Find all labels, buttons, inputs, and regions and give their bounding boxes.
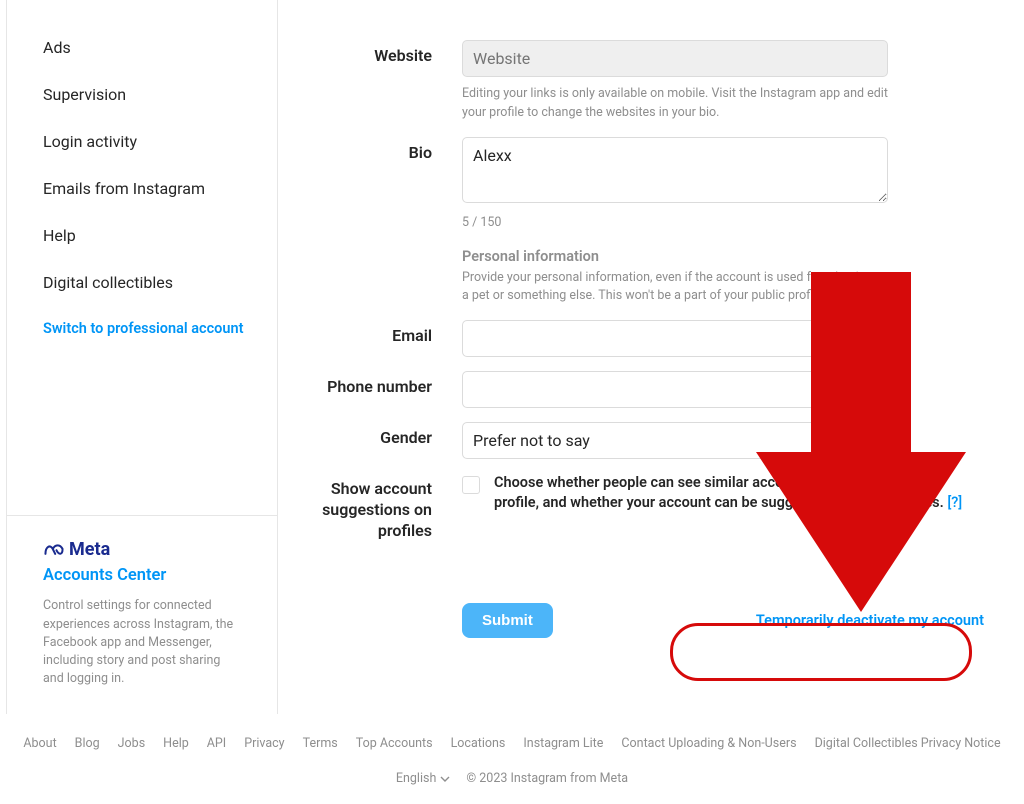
footer-link-api[interactable]: API [207, 736, 226, 751]
footer-link-jobs[interactable]: Jobs [118, 736, 146, 751]
gender-label: Gender [278, 422, 462, 447]
edit-profile-form: Website Editing your links is only avail… [278, 0, 1024, 714]
footer-link-blog[interactable]: Blog [75, 736, 100, 751]
language-selector[interactable]: English [396, 771, 450, 786]
footer-link-terms[interactable]: Terms [303, 736, 338, 751]
phone-input[interactable] [462, 371, 888, 408]
suggestions-label: Show account suggestions on profiles [278, 473, 462, 541]
personal-info-desc: Provide your personal information, even … [462, 269, 888, 307]
website-helper: Editing your links is only available on … [462, 85, 888, 123]
email-label: Email [278, 320, 462, 345]
footer-link-top-accounts[interactable]: Top Accounts [356, 736, 433, 751]
footer-link-privacy[interactable]: Privacy [244, 736, 284, 751]
suggestions-desc: Choose whether people can see similar ac… [494, 473, 968, 514]
accounts-center-card: Meta Accounts Center Control settings fo… [7, 515, 277, 714]
footer-link-collectibles-privacy[interactable]: Digital Collectibles Privacy Notice [815, 736, 1001, 751]
bio-char-count: 5 / 150 [462, 215, 888, 230]
settings-sidebar: Ads Supervision Login activity Emails fr… [6, 0, 278, 714]
gender-select[interactable] [462, 422, 888, 459]
switch-professional-link[interactable]: Switch to professional account [7, 306, 277, 351]
phone-label: Phone number [278, 371, 462, 396]
footer-link-about[interactable]: About [23, 736, 56, 751]
website-label: Website [278, 40, 462, 65]
suggestions-checkbox[interactable] [462, 476, 480, 494]
meta-icon [43, 538, 65, 560]
website-input [462, 40, 888, 77]
sidebar-item-login-activity[interactable]: Login activity [7, 118, 277, 165]
personal-info-heading: Personal information [462, 248, 888, 265]
footer-link-lite[interactable]: Instagram Lite [523, 736, 603, 751]
meta-brand-text: Meta [69, 539, 110, 560]
accounts-center-link[interactable]: Accounts Center [43, 566, 241, 585]
sidebar-item-help[interactable]: Help [7, 212, 277, 259]
suggestions-help-link[interactable]: [?] [947, 494, 962, 511]
copyright-text: © 2023 Instagram from Meta [466, 771, 628, 786]
footer-link-locations[interactable]: Locations [451, 736, 506, 751]
deactivate-account-link[interactable]: Temporarily deactivate my account [756, 612, 984, 629]
accounts-center-desc: Control settings for connected experienc… [43, 597, 241, 688]
sidebar-item-supervision[interactable]: Supervision [7, 71, 277, 118]
bio-label: Bio [278, 137, 462, 162]
email-input[interactable] [462, 320, 888, 357]
sidebar-item-ads[interactable]: Ads [7, 24, 277, 71]
chevron-down-icon [440, 774, 450, 784]
sidebar-item-emails[interactable]: Emails from Instagram [7, 165, 277, 212]
footer-link-contact-uploading[interactable]: Contact Uploading & Non-Users [621, 736, 796, 751]
meta-logo: Meta [43, 538, 241, 560]
bio-textarea[interactable] [462, 137, 888, 203]
submit-button[interactable]: Submit [462, 603, 553, 638]
footer-link-help[interactable]: Help [163, 736, 189, 751]
sidebar-item-digital-collectibles[interactable]: Digital collectibles [7, 259, 277, 306]
page-footer: About Blog Jobs Help API Privacy Terms T… [0, 714, 1024, 786]
